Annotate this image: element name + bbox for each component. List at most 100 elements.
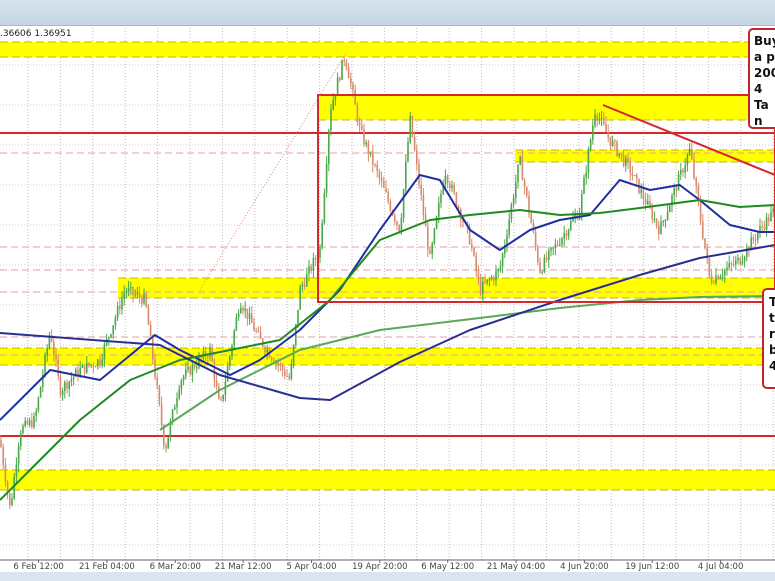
candle-body bbox=[158, 386, 161, 404]
candle-body bbox=[765, 217, 768, 230]
candle-body bbox=[691, 148, 693, 159]
candle-body bbox=[101, 359, 103, 365]
x-tick-label: 6 May 12:00 bbox=[421, 562, 474, 572]
candle-body bbox=[732, 263, 735, 265]
candle-body bbox=[383, 181, 385, 188]
candle-body bbox=[31, 420, 33, 428]
candle-body bbox=[407, 142, 409, 162]
candle-body bbox=[108, 337, 110, 339]
candle-body bbox=[583, 177, 585, 194]
candle-body bbox=[735, 260, 737, 265]
candle-body bbox=[517, 164, 519, 183]
candle-body bbox=[196, 367, 198, 369]
candle-body bbox=[387, 191, 389, 202]
x-tick-label: 6 Feb 12:00 bbox=[13, 562, 63, 572]
candle-body bbox=[229, 355, 231, 367]
candle-body bbox=[35, 410, 37, 416]
candle-body bbox=[130, 286, 132, 289]
x-tick-label: 4 Jul 04:00 bbox=[698, 562, 744, 572]
red-range-box bbox=[316, 94, 775, 303]
candle-body bbox=[114, 317, 117, 326]
moving-average-line bbox=[0, 244, 775, 401]
candle-body bbox=[182, 376, 185, 381]
candle-body bbox=[152, 336, 154, 360]
candle-body bbox=[440, 194, 442, 203]
candle-body bbox=[422, 195, 425, 215]
candle-body bbox=[429, 249, 431, 254]
candle-body bbox=[22, 425, 24, 434]
candle-body bbox=[453, 184, 455, 193]
candle-body bbox=[143, 293, 145, 304]
candle-body bbox=[347, 66, 350, 79]
candle-body bbox=[673, 187, 675, 196]
candle-body bbox=[545, 257, 548, 261]
candle-body bbox=[616, 141, 618, 156]
candle-body bbox=[726, 267, 728, 270]
candle-body bbox=[59, 376, 62, 396]
candle-body bbox=[446, 175, 449, 184]
candle-body bbox=[132, 286, 134, 295]
candle-body bbox=[323, 192, 326, 223]
candle-body bbox=[629, 162, 631, 174]
candle-body bbox=[385, 187, 387, 192]
candle-body bbox=[688, 148, 691, 156]
candle-body bbox=[433, 228, 436, 244]
candle-body bbox=[534, 231, 537, 247]
candle-body bbox=[713, 282, 715, 284]
candle-body bbox=[768, 217, 770, 222]
candle-body bbox=[345, 61, 348, 67]
candle-body bbox=[589, 139, 592, 150]
candle-body bbox=[704, 238, 706, 249]
candle-body bbox=[444, 175, 447, 186]
candle-body bbox=[200, 357, 202, 359]
dotted-trendline bbox=[199, 54, 346, 291]
x-tick-label: 21 Feb 04:00 bbox=[79, 562, 135, 572]
candle-body bbox=[24, 420, 26, 426]
candle-body bbox=[554, 244, 557, 248]
candle-body bbox=[666, 212, 669, 220]
candle-body bbox=[53, 341, 55, 355]
candle-body bbox=[97, 359, 99, 367]
candle-body bbox=[83, 364, 86, 373]
candle-body bbox=[233, 330, 235, 346]
candle-body bbox=[506, 235, 508, 245]
candle-body bbox=[160, 403, 163, 426]
x-tick-label: 21 May 04:00 bbox=[487, 562, 545, 572]
candle-body bbox=[559, 244, 561, 246]
candle-body bbox=[622, 154, 625, 166]
candle-body bbox=[193, 364, 196, 369]
candle-body bbox=[675, 187, 678, 191]
candle-body bbox=[662, 221, 664, 223]
candle-body bbox=[567, 229, 570, 236]
candle-body bbox=[486, 279, 488, 283]
candle-body bbox=[297, 309, 299, 325]
candle-body bbox=[710, 275, 713, 283]
candle-body bbox=[127, 288, 130, 292]
price-chart[interactable]: 6 Feb 12:00 21 Feb 04:00 6 Mar 20:00 21 Mar… bbox=[0, 0, 775, 581]
candle-body bbox=[598, 118, 601, 121]
candle-body bbox=[330, 109, 332, 131]
candle-body bbox=[515, 182, 517, 198]
annotation-line: n bbox=[754, 114, 763, 128]
candle-body bbox=[660, 221, 662, 235]
candle-body bbox=[378, 170, 381, 179]
annotation-line: Ta bbox=[754, 98, 769, 112]
yellow-zone bbox=[317, 95, 775, 120]
candle-body bbox=[165, 445, 167, 449]
candle-body bbox=[28, 420, 31, 425]
candle-body bbox=[37, 397, 40, 411]
candle-body bbox=[475, 255, 477, 272]
x-tick-label: 19 Apr 20:00 bbox=[352, 562, 407, 572]
candle-body bbox=[253, 322, 255, 331]
candle-body bbox=[563, 233, 565, 239]
candle-body bbox=[306, 273, 308, 287]
candle-body bbox=[354, 90, 356, 105]
candle-body bbox=[90, 364, 92, 366]
yellow-zone bbox=[0, 42, 775, 57]
candle-body bbox=[721, 275, 724, 277]
candle-body bbox=[288, 376, 290, 379]
candle-body bbox=[86, 362, 88, 373]
candle-body bbox=[394, 215, 396, 222]
candle-body bbox=[119, 305, 121, 310]
candle-body bbox=[636, 175, 638, 179]
